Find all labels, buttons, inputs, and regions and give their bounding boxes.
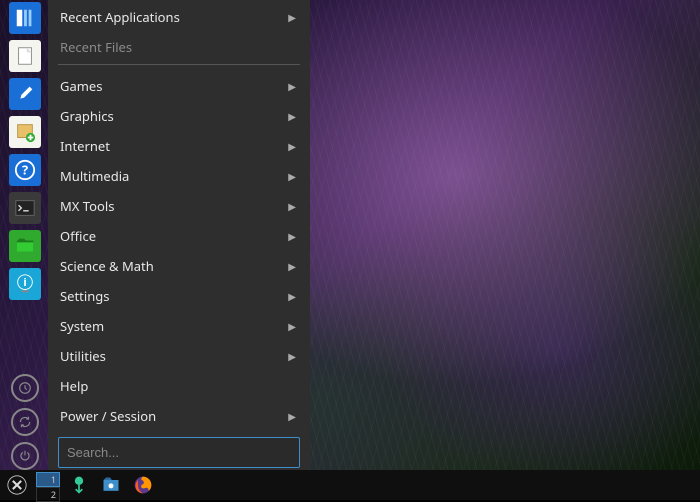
menu-category-utilities[interactable]: Utilities▶ bbox=[58, 341, 300, 371]
favorites-sidebar: ? i bbox=[5, 0, 45, 470]
updater-icon[interactable] bbox=[66, 473, 92, 497]
menu-category-mx-tools[interactable]: MX Tools▶ bbox=[58, 191, 300, 221]
files-icon[interactable] bbox=[98, 473, 124, 497]
chevron-right-icon: ▶ bbox=[288, 139, 296, 153]
tools-icon[interactable] bbox=[9, 78, 41, 110]
file-manager-icon[interactable] bbox=[9, 2, 41, 34]
menu-category-office[interactable]: Office▶ bbox=[58, 221, 300, 251]
refresh-icon[interactable] bbox=[11, 408, 39, 436]
system-info-icon[interactable]: i bbox=[9, 268, 41, 300]
recent-icon[interactable] bbox=[11, 374, 39, 402]
chevron-right-icon: ▶ bbox=[288, 349, 296, 363]
search-input[interactable] bbox=[58, 437, 300, 468]
chevron-right-icon: ▶ bbox=[288, 169, 296, 183]
menu-item-label: Science & Math bbox=[60, 257, 288, 275]
menu-recent-applications[interactable]: Recent Applications ▶ bbox=[58, 2, 300, 32]
svg-text:?: ? bbox=[22, 161, 28, 179]
chevron-right-icon: ▶ bbox=[288, 259, 296, 273]
menu-item-label: Multimedia bbox=[60, 167, 288, 185]
chevron-right-icon: ▶ bbox=[288, 79, 296, 93]
menu-category-help[interactable]: Help bbox=[58, 371, 300, 401]
power-icon[interactable] bbox=[11, 442, 39, 470]
chevron-right-icon: ▶ bbox=[288, 289, 296, 303]
menu-recent-files: Recent Files ▶ bbox=[58, 32, 300, 62]
menu-category-settings[interactable]: Settings▶ bbox=[58, 281, 300, 311]
folder-app-icon[interactable] bbox=[9, 230, 41, 262]
menu-category-system[interactable]: System▶ bbox=[58, 311, 300, 341]
menu-item-label: Office bbox=[60, 227, 288, 245]
taskbar: 1 2 bbox=[0, 470, 700, 500]
workspace-pager[interactable]: 1 2 bbox=[36, 472, 60, 498]
menu-item-label: Power / Session bbox=[60, 407, 288, 425]
menu-item-label: Graphics bbox=[60, 107, 288, 125]
firefox-icon[interactable] bbox=[130, 473, 156, 497]
menu-item-label: Internet bbox=[60, 137, 288, 155]
chevron-right-icon: ▶ bbox=[288, 319, 296, 333]
chevron-right-icon: ▶ bbox=[288, 409, 296, 423]
start-button[interactable] bbox=[4, 473, 30, 497]
menu-item-label: Recent Applications bbox=[60, 8, 288, 26]
menu-item-label: System bbox=[60, 317, 288, 335]
chevron-right-icon: ▶ bbox=[288, 229, 296, 243]
chevron-right-icon: ▶ bbox=[288, 10, 296, 24]
menu-category-power-session[interactable]: Power / Session▶ bbox=[58, 401, 300, 431]
menu-category-games[interactable]: Games▶ bbox=[58, 71, 300, 101]
menu-category-graphics[interactable]: Graphics▶ bbox=[58, 101, 300, 131]
menu-item-label: MX Tools bbox=[60, 197, 288, 215]
package-install-icon[interactable] bbox=[9, 116, 41, 148]
menu-category-science-math[interactable]: Science & Math▶ bbox=[58, 251, 300, 281]
svg-text:i: i bbox=[23, 275, 26, 290]
help-icon[interactable]: ? bbox=[9, 154, 41, 186]
menu-category-multimedia[interactable]: Multimedia▶ bbox=[58, 161, 300, 191]
menu-item-label: Settings bbox=[60, 287, 288, 305]
application-menu: Recent Applications ▶ Recent Files ▶ Gam… bbox=[48, 0, 310, 470]
chevron-right-icon: ▶ bbox=[288, 199, 296, 213]
chevron-right-icon: ▶ bbox=[288, 109, 296, 123]
menu-item-label: Games bbox=[60, 77, 288, 95]
menu-item-label: Recent Files bbox=[60, 38, 288, 56]
terminal-icon[interactable] bbox=[9, 192, 41, 224]
workspace-1[interactable]: 1 bbox=[36, 472, 60, 487]
menu-item-label: Utilities bbox=[60, 347, 288, 365]
menu-category-internet[interactable]: Internet▶ bbox=[58, 131, 300, 161]
menu-separator bbox=[58, 64, 300, 65]
menu-item-label: Help bbox=[60, 377, 296, 395]
document-icon[interactable] bbox=[9, 40, 41, 72]
